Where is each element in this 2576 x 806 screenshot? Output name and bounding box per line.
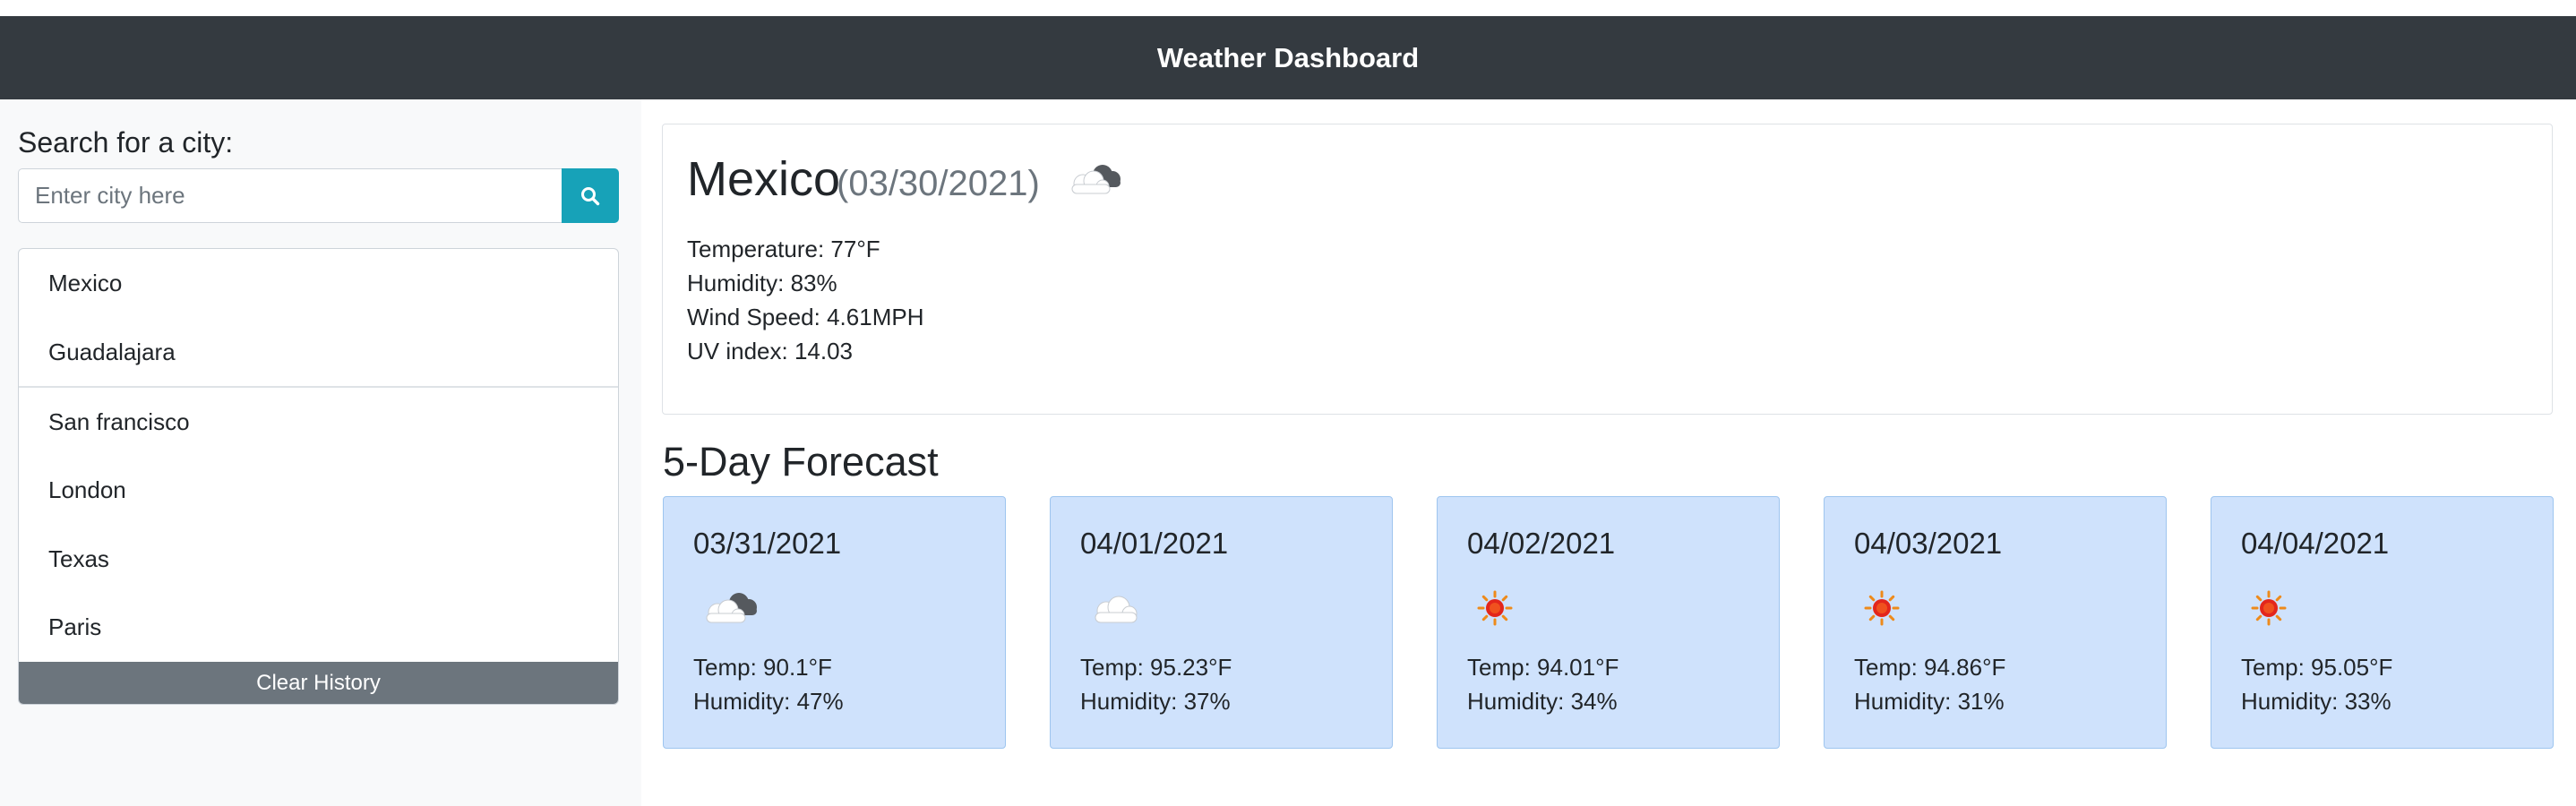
forecast-title: 5-Day Forecast: [663, 439, 939, 484]
forecast-temp: Temp: 95.05°F: [2241, 654, 2393, 681]
history-item-mexico[interactable]: Mexico: [19, 249, 618, 318]
sidebar: Search for a city: Mexico Guadalajara Sa…: [0, 99, 641, 806]
history-item-guadalajara[interactable]: Guadalajara: [19, 318, 618, 387]
search-icon: [581, 186, 600, 205]
forecast-humidity: Humidity: 34%: [1467, 688, 1618, 715]
forecast-temp: Temp: 90.1°F: [693, 654, 832, 681]
app-title: Weather Dashboard: [1156, 41, 1420, 73]
cloud-icon: [1086, 587, 1151, 634]
forecast-card: 04/04/2021 Temp: 95.05°F Humidity: 33%: [2211, 496, 2554, 749]
current-temperature: Temperature: 77°F: [687, 236, 880, 262]
forecast-temp: Temp: 95.23°F: [1080, 654, 1232, 681]
forecast-date: 04/01/2021: [1080, 527, 1229, 560]
forecast-date: 04/02/2021: [1467, 527, 1616, 560]
clear-history-button[interactable]: Clear History: [19, 662, 618, 704]
history-item-london[interactable]: London: [19, 456, 618, 525]
sun-icon: [2247, 587, 2290, 634]
history-item-texas[interactable]: Texas: [19, 525, 618, 594]
current-city: Mexico: [687, 152, 841, 206]
forecast-humidity: Humidity: 31%: [1854, 688, 2005, 715]
forecast-humidity: Humidity: 33%: [2241, 688, 2391, 715]
search-history-list: Mexico Guadalajara San francisco London …: [18, 248, 619, 705]
search-label: Search for a city:: [18, 126, 234, 159]
current-date: (03/30/2021): [837, 164, 1040, 203]
forecast-temp: Temp: 94.01°F: [1467, 654, 1619, 681]
forecast-date: 04/04/2021: [2241, 527, 2390, 560]
forecast-humidity: Humidity: 47%: [693, 688, 844, 715]
search-input[interactable]: [18, 168, 562, 223]
current-wind-speed: Wind Speed: 4.61MPH: [687, 304, 924, 330]
navbar: Weather Dashboard: [0, 16, 2576, 99]
forecast-date: 03/31/2021: [693, 527, 842, 560]
forecast-card: 03/31/2021 Temp: 90.1°F Humidity: 47%: [663, 496, 1006, 749]
forecast-date: 04/03/2021: [1854, 527, 2003, 560]
sun-icon: [1860, 587, 1903, 634]
partly-cloudy-icon: [1065, 157, 1128, 204]
current-uv-index: UV index: 14.03: [687, 338, 854, 364]
history-item-san-francisco[interactable]: San francisco: [19, 388, 618, 457]
forecast-humidity: Humidity: 37%: [1080, 688, 1231, 715]
forecast-card: 04/01/2021 Temp: 95.23°F Humidity: 37%: [1050, 496, 1393, 749]
forecast-card: 04/02/2021 Temp: 94.01°F Humidity: 34%: [1437, 496, 1780, 749]
sun-icon: [1473, 587, 1516, 634]
top-strip: [0, 0, 2576, 16]
current-humidity: Humidity: 83%: [687, 270, 837, 296]
partly-cloudy-icon: [700, 587, 764, 634]
history-item-paris[interactable]: Paris: [19, 593, 618, 662]
current-weather-card: Mexico (03/30/2021) Temperature: 77°F Hu…: [662, 124, 2553, 415]
forecast-temp: Temp: 94.86°F: [1854, 654, 2006, 681]
search-button[interactable]: [562, 168, 619, 223]
forecast-card: 04/03/2021 Temp: 94.86°F Humidity: 31%: [1824, 496, 2167, 749]
